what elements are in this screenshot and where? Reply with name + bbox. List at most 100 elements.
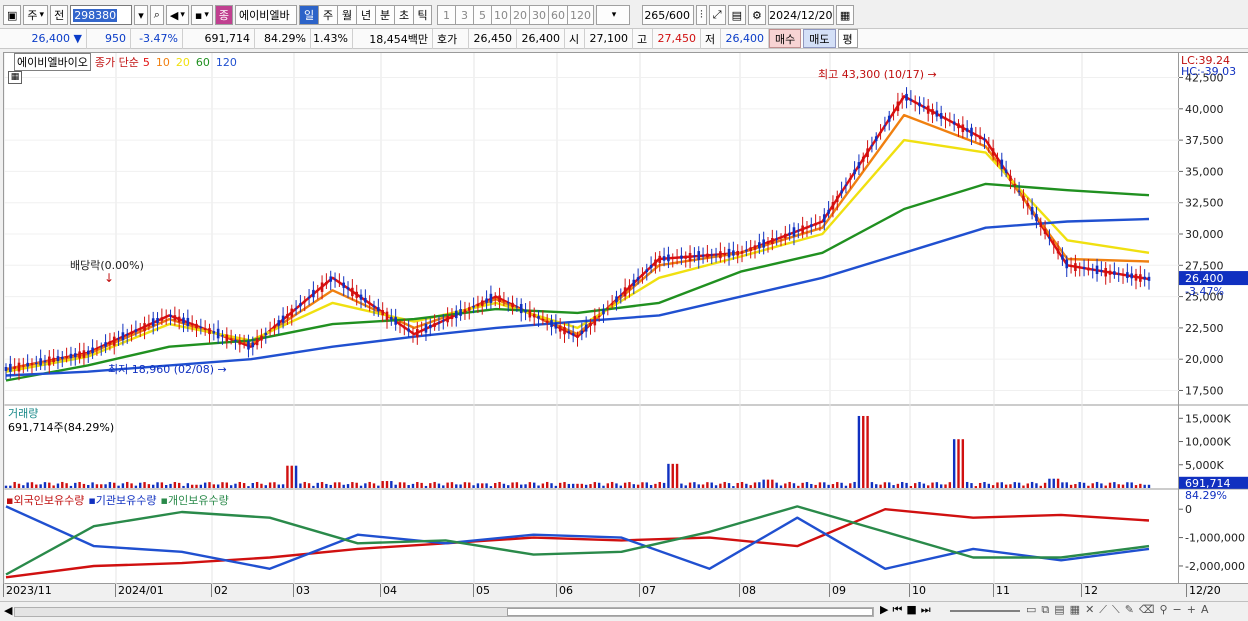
interval-1[interactable]: 1 [437,5,456,25]
zoom-icon[interactable]: ⚲ [1159,603,1167,617]
stock-code-input[interactable]: 298380 [70,5,133,25]
date-input[interactable]: 2024/12/20 [767,5,834,25]
volume-bar [450,482,454,488]
volume-bar [1004,484,1008,488]
rewind-icon[interactable]: ⏮ [892,603,902,617]
interval-30[interactable]: 30 [529,5,549,25]
axis-canvas: 42,50040,00037,50035,00032,50030,00027,5… [1179,54,1248,573]
avg-button[interactable]: 평 [837,29,858,48]
volume-bar [91,482,94,488]
candle-body [922,105,926,108]
candle-body [762,239,765,248]
volume-bar [1026,483,1029,488]
candle-icon[interactable]: ⫶ [696,5,707,25]
option-dropdown[interactable]: ▪ [190,5,213,25]
candle-body [918,102,921,107]
volume-bar [727,483,731,488]
prev-button[interactable]: 전 [50,5,69,25]
period-tab-0[interactable]: 일 [299,5,319,25]
period-tab-5[interactable]: 초 [394,5,414,25]
interval-120[interactable]: 120 [567,5,595,25]
legend-indiv: ▪개인보유수량 [160,494,229,507]
chart-type-icon[interactable]: ⤢ [708,5,726,25]
volume-bar [1095,481,1099,488]
volume-bar [195,484,198,488]
eraser-icon[interactable]: ⌫ [1139,603,1155,617]
trendline-icon[interactable]: ⟋ [1099,603,1107,617]
volume-bar [1100,483,1103,488]
volume-bar [316,482,319,488]
period-tab-1[interactable]: 주 [318,5,338,25]
candle-body [1130,273,1133,279]
volume-bar [9,485,12,488]
candle-body [515,306,519,308]
volume-bar [411,483,415,488]
cross-icon[interactable]: ✕ [1085,603,1094,617]
price-tick-label: 27,500 [1185,259,1224,272]
plus-icon[interactable]: + [1187,603,1196,617]
period-tab-2[interactable]: 월 [337,5,357,25]
search-icon[interactable]: ⌕ [149,5,164,25]
volume-bar [1082,482,1086,488]
volume-bar [95,484,99,488]
candle-body [1134,273,1138,281]
zoom-slider[interactable] [950,610,1020,612]
forward-icon[interactable]: ⏭ [921,603,931,617]
candle-body [416,328,419,338]
window-icon[interactable]: ▣ [3,5,22,25]
gear-icon[interactable]: ⚙ [747,5,766,25]
speaker-icon[interactable]: ◀ [165,5,189,25]
volume-bar [814,484,817,488]
ma-legend-60: 60 [195,55,210,69]
volume-bar [991,485,995,488]
interval-5[interactable]: 5 [473,5,492,25]
candle-body [636,277,640,281]
high-annotation-text: 최고 43,300 (10/17) [818,68,925,81]
volume-value-label: 691,714주(84.29%) [8,421,115,434]
window-list-icon[interactable]: ▤ [1054,603,1064,617]
period-tab-3[interactable]: 년 [356,5,376,25]
horizontal-scrollbar[interactable] [14,607,874,617]
play-icon[interactable]: ▶ [880,603,888,617]
candle-body [866,148,869,158]
window-copy-icon[interactable]: ⧉ [1041,603,1049,617]
period-tab-4[interactable]: 분 [375,5,395,25]
volume-bar [779,485,783,488]
save-icon[interactable]: ▤ [727,5,746,25]
change-pct-text: -3.47% [139,32,178,45]
range-field[interactable]: 265/600 [642,5,695,25]
sell-button[interactable]: 매도 [803,29,836,48]
calendar-icon[interactable]: ▦ [835,5,855,25]
interval-60[interactable]: 60 [548,5,568,25]
volume-bar [533,482,536,488]
scroll-left-icon[interactable]: ◀ [4,604,12,617]
window-grid-icon[interactable]: ▦ [1070,603,1080,617]
tools-icon[interactable]: ✎ [1125,603,1134,617]
window-tile-icon[interactable]: ▭ [1026,603,1036,617]
x-tick-label: 2023/11 [3,584,52,597]
text-icon[interactable]: A [1201,603,1209,617]
candle-body [60,356,64,359]
scrollbar-thumb[interactable] [507,608,873,616]
fan-icon[interactable]: ⟍ [1112,603,1120,617]
code-dropdown-icon[interactable]: ▾ [134,5,148,25]
candle-body [446,315,449,323]
interval-10[interactable]: 10 [491,5,511,25]
candle-body [801,225,804,234]
volume-bar [429,483,432,488]
interval-dropdown[interactable] [596,5,631,25]
buy-button[interactable]: 매수 [769,29,802,48]
interval-20[interactable]: 20 [510,5,530,25]
minus-icon[interactable]: − [1173,603,1182,617]
legend-stock-name[interactable]: 에이비엘바이오 [14,53,91,71]
price-tick-label: 35,000 [1185,165,1224,178]
candle-body [160,317,164,321]
volume-value: 691,714 [183,28,255,49]
table-icon[interactable]: ▦ [8,71,22,84]
candle-body [684,255,688,259]
interval-3[interactable]: 3 [455,5,474,25]
stop-icon[interactable]: ■ [906,603,916,617]
legend-ma-label: 종가 단순 [94,56,139,69]
period-tab-6[interactable]: 틱 [413,5,433,25]
market-select[interactable]: 주 [23,5,49,25]
